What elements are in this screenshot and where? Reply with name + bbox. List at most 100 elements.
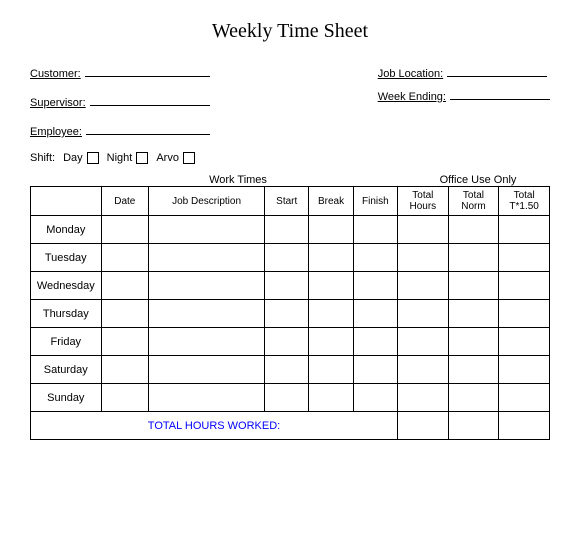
data-cell[interactable]	[149, 300, 265, 328]
shift-day-label: Day	[63, 152, 83, 164]
data-cell[interactable]	[149, 328, 265, 356]
shift-arvo-option[interactable]: Arvo	[156, 152, 195, 164]
data-cell[interactable]	[448, 328, 499, 356]
header-finish: Finish	[353, 187, 397, 216]
data-cell[interactable]	[499, 328, 550, 356]
data-cell[interactable]	[101, 272, 148, 300]
data-cell[interactable]	[353, 356, 397, 384]
data-cell[interactable]	[499, 272, 550, 300]
table-row: Thursday	[31, 300, 550, 328]
shift-night-checkbox[interactable]	[136, 152, 148, 164]
shift-night-option[interactable]: Night	[107, 152, 149, 164]
data-cell[interactable]	[101, 328, 148, 356]
data-cell[interactable]	[265, 384, 309, 412]
data-cell[interactable]	[353, 272, 397, 300]
data-cell[interactable]	[398, 356, 449, 384]
data-cell[interactable]	[448, 272, 499, 300]
data-cell[interactable]	[448, 384, 499, 412]
data-cell[interactable]	[309, 272, 353, 300]
data-cell[interactable]	[309, 244, 353, 272]
shift-arvo-checkbox[interactable]	[183, 152, 195, 164]
data-cell[interactable]	[499, 244, 550, 272]
data-cell[interactable]	[149, 384, 265, 412]
table-header-row: Date Job Description Start Break Finish …	[31, 187, 550, 216]
employee-row: Employee:	[30, 121, 240, 138]
office-use-header: Office Use Only	[406, 174, 550, 186]
data-cell[interactable]	[398, 272, 449, 300]
page-title: Weekly Time Sheet	[30, 20, 550, 43]
work-times-header: Work Times	[30, 174, 406, 186]
data-cell[interactable]	[499, 384, 550, 412]
header-total-hours: Total Hours	[398, 187, 449, 216]
data-cell[interactable]	[353, 384, 397, 412]
customer-row: Customer:	[30, 63, 240, 80]
data-cell[interactable]	[149, 216, 265, 244]
data-cell[interactable]	[265, 244, 309, 272]
table-row: Friday	[31, 328, 550, 356]
data-cell[interactable]	[398, 384, 449, 412]
total-value-cell[interactable]	[499, 412, 550, 440]
data-cell[interactable]	[448, 300, 499, 328]
data-cell[interactable]	[499, 356, 550, 384]
data-cell[interactable]	[309, 300, 353, 328]
week-ending-input[interactable]	[450, 86, 550, 100]
job-location-row: Job Location:	[378, 63, 550, 80]
data-cell[interactable]	[499, 216, 550, 244]
total-value-cell[interactable]	[448, 412, 499, 440]
shift-arvo-label: Arvo	[156, 152, 179, 164]
shift-day-checkbox[interactable]	[87, 152, 99, 164]
data-cell[interactable]	[353, 244, 397, 272]
data-cell[interactable]	[265, 300, 309, 328]
data-cell[interactable]	[353, 216, 397, 244]
day-label: Tuesday	[31, 244, 102, 272]
data-cell[interactable]	[353, 300, 397, 328]
header-job-description: Job Description	[149, 187, 265, 216]
customer-input[interactable]	[85, 63, 210, 77]
data-cell[interactable]	[101, 356, 148, 384]
data-cell[interactable]	[398, 216, 449, 244]
data-cell[interactable]	[265, 328, 309, 356]
data-cell[interactable]	[398, 244, 449, 272]
data-cell[interactable]	[265, 272, 309, 300]
header-date: Date	[101, 187, 148, 216]
supervisor-input[interactable]	[90, 92, 210, 106]
shift-label: Shift:	[30, 152, 55, 164]
data-cell[interactable]	[101, 300, 148, 328]
data-cell[interactable]	[309, 384, 353, 412]
table-row: Tuesday	[31, 244, 550, 272]
job-location-input[interactable]	[447, 63, 547, 77]
data-cell[interactable]	[353, 328, 397, 356]
day-label: Monday	[31, 216, 102, 244]
supervisor-label: Supervisor:	[30, 97, 86, 109]
data-cell[interactable]	[398, 300, 449, 328]
data-cell[interactable]	[448, 244, 499, 272]
data-cell[interactable]	[448, 356, 499, 384]
data-cell[interactable]	[101, 216, 148, 244]
data-cell[interactable]	[149, 244, 265, 272]
data-cell[interactable]	[149, 356, 265, 384]
data-cell[interactable]	[265, 216, 309, 244]
header-day	[31, 187, 102, 216]
data-cell[interactable]	[265, 356, 309, 384]
data-cell[interactable]	[101, 384, 148, 412]
data-cell[interactable]	[101, 244, 148, 272]
day-label: Saturday	[31, 356, 102, 384]
table-row: Monday	[31, 216, 550, 244]
total-hours-label: TOTAL HOURS WORKED:	[31, 412, 398, 440]
data-cell[interactable]	[499, 300, 550, 328]
right-fields: Job Location: Week Ending:	[378, 63, 550, 144]
data-cell[interactable]	[448, 216, 499, 244]
data-cell[interactable]	[398, 328, 449, 356]
data-cell[interactable]	[149, 272, 265, 300]
data-cell[interactable]	[309, 216, 353, 244]
table-row: Saturday	[31, 356, 550, 384]
data-cell[interactable]	[309, 328, 353, 356]
day-label: Wednesday	[31, 272, 102, 300]
total-value-cell[interactable]	[398, 412, 449, 440]
employee-input[interactable]	[86, 121, 210, 135]
employee-label: Employee:	[30, 126, 82, 138]
day-label: Sunday	[31, 384, 102, 412]
header-total-t150: Total T*1.50	[499, 187, 550, 216]
shift-day-option[interactable]: Day	[63, 152, 99, 164]
data-cell[interactable]	[309, 356, 353, 384]
